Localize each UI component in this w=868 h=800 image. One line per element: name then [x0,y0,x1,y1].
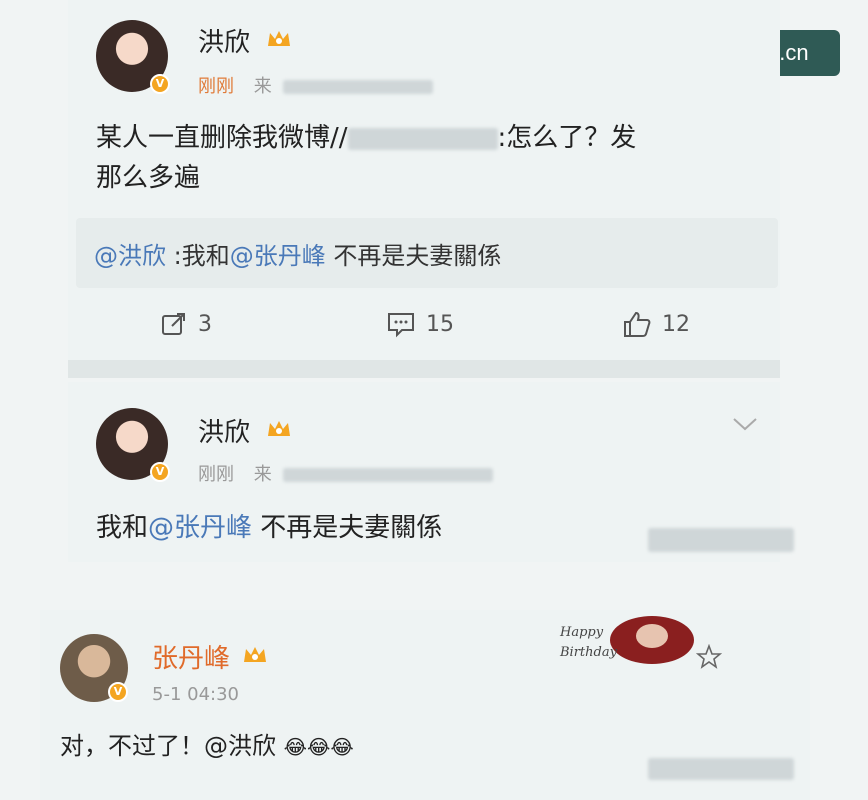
mention-link[interactable]: @洪欣 [204,732,276,760]
timestamp: 刚刚 [198,464,234,485]
verified-badge-icon: V [150,74,170,94]
crown-icon [244,647,266,662]
post-text: 我和@张丹峰 不再是夫妻關係 [96,513,443,543]
source-label: 来 [253,464,272,485]
repost-icon [162,313,185,335]
username[interactable]: 洪欣 [198,412,250,449]
comment-icon [388,313,414,338]
verified-badge-icon: V [108,682,128,702]
timestamp: 5-1 04:30 [152,684,239,705]
redacted-footer [648,528,794,552]
repost-count: 3 [198,311,212,337]
redacted-username [347,127,498,150]
svg-text:Birthday: Birthday [559,645,618,660]
redacted-footer [648,758,794,780]
comment-button[interactable]: 15 [386,310,454,338]
redacted-source [283,468,494,482]
birthday-sticker: Happy Birthday [556,612,696,668]
verified-badge-icon: V [150,462,170,482]
mention-link[interactable]: @张丹峰 [148,513,252,543]
star-icon[interactable] [696,644,722,670]
post-meta: 刚刚 来 [198,460,494,486]
like-icon [624,311,651,337]
source-label: 来 [253,76,272,97]
like-count: 12 [662,311,690,337]
username[interactable]: 张丹峰 [152,638,230,675]
post-meta: 刚刚 来 [198,72,434,98]
post-text: 对，不过了！@洪欣 😂😂😂 [60,732,354,760]
section-divider [68,360,780,378]
timestamp: 刚刚 [198,76,234,97]
redacted-source [283,80,434,94]
chevron-down-icon[interactable] [732,416,758,432]
like-button[interactable]: 12 [622,310,690,338]
quoted-post-text: @洪欣 :我和@张丹峰 不再是夫妻關係 [94,242,502,270]
laugh-emoji: 😂😂😂 [283,735,354,759]
crown-icon [268,31,290,46]
comment-count: 15 [426,311,454,337]
repost-button[interactable]: 3 [160,310,212,338]
crown-icon [268,421,290,436]
mention-link[interactable]: @张丹峰 [230,242,326,270]
username[interactable]: 洪欣 [198,22,250,59]
svg-text:Happy: Happy [559,625,604,640]
quoted-post[interactable]: @洪欣 :我和@张丹峰 不再是夫妻關係 [76,218,778,288]
mention-link[interactable]: @洪欣 [94,242,166,270]
post-text: 某人一直删除我微博//:怎么了？发 那么多遍 [96,123,637,193]
